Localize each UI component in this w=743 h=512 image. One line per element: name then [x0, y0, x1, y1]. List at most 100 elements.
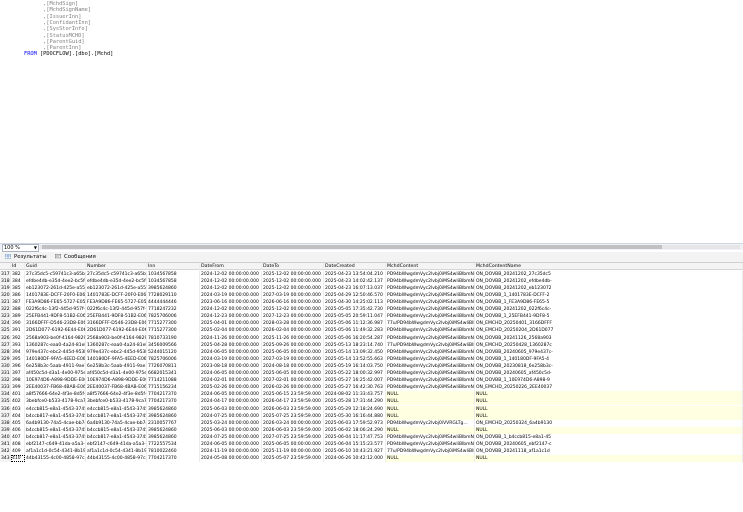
- row-number[interactable]: 322: [0, 306, 11, 314]
- table-cell[interactable]: PD94bWwgdmVyc2lvbj0iVVRGLTg...: [386, 419, 475, 427]
- table-cell[interactable]: 4444444446: [147, 299, 200, 306]
- table-cell[interactable]: 7715156234: [147, 384, 200, 392]
- table-cell[interactable]: 2025-05-27 16:25:42.007: [324, 377, 386, 385]
- table-cell[interactable]: 2025-05-06 11:49:32.283: [324, 327, 386, 335]
- scrollbar-thumb[interactable]: [42, 245, 662, 249]
- table-cell[interactable]: 2024-04-17 00:00:00.000: [200, 398, 262, 406]
- table-cell[interactable]: NULL: [386, 455, 475, 463]
- table-cell[interactable]: 7715277300: [147, 327, 200, 335]
- table-cell[interactable]: 2568a903-be0f-4164-9829-f93fe8c7fb5f3: [25, 334, 86, 342]
- table-cell[interactable]: 7728029110: [147, 291, 200, 299]
- table-row[interactable]: 336403e4ccb815-e8a1-4543-3745-503a494679…: [0, 405, 743, 413]
- table-row[interactable]: 319385eb123072-261d-425e-a559-e7b2b35757…: [0, 284, 743, 292]
- table-cell[interactable]: 395: [11, 355, 25, 363]
- table-cell[interactable]: 391: [11, 327, 25, 335]
- table-cell[interactable]: 384: [11, 277, 25, 285]
- table-cell[interactable]: 2025-04-29 12:50:46.570: [324, 291, 386, 299]
- table-cell[interactable]: b4ccb817-e8a1-4543-3745-503a49467905: [25, 433, 86, 441]
- table-row[interactable]: 31738227c35dc5-c59741c3-a65b-efa80574474…: [0, 270, 743, 278]
- table-cell[interactable]: 7810022460: [147, 448, 200, 456]
- table-cell[interactable]: 2025-02-26 00:00:00.000: [200, 384, 262, 392]
- table-cell[interactable]: 2025-06-03 17:59:52.973: [324, 419, 386, 427]
- table-cell[interactable]: 2025-06-05 00:00:00.000: [262, 441, 324, 448]
- table-cell[interactable]: 3985624860: [147, 405, 200, 413]
- table-cell[interactable]: NULL: [386, 426, 475, 434]
- table-cell[interactable]: NULL: [475, 426, 743, 434]
- table-cell[interactable]: b4ccb817-e8a1-4543-3745-503a49467899: [86, 412, 147, 420]
- table-cell[interactable]: NULL: [475, 398, 743, 406]
- table-cell[interactable]: 2024-03-19 00:00:00.000: [200, 291, 262, 299]
- table-cell[interactable]: 2025-11-26 00:00:00.000: [262, 334, 324, 342]
- table-cell[interactable]: 3bebfce0-b533-4178-9ca7-21316f4fcb3ee: [86, 398, 147, 406]
- table-cell[interactable]: NULL: [386, 391, 475, 399]
- table-cell[interactable]: PD94bWwgdmVyc2lvbj0iMS4wIiBlbmNvZGluZz0i…: [386, 377, 475, 385]
- table-cell[interactable]: 2024-07-25 00:00:00.000: [200, 433, 262, 441]
- table-cell[interactable]: 2025-02-04 00:00:00.000: [200, 327, 262, 335]
- table-row[interactable]: 3263922568a903-be0f-4164-9829-f93fe8c7fb…: [0, 334, 743, 342]
- table-cell[interactable]: NULL: [386, 412, 475, 420]
- table-cell[interactable]: 2025-06-03 00:00:00.000: [200, 426, 262, 434]
- table-cell[interactable]: 022f6c4c-13f2-445d-957f-60589c58ea05: [86, 306, 147, 314]
- table-cell[interactable]: 6a4b9130-74a5-4cae-bb7c-ca4b222eea62: [86, 419, 147, 427]
- row-number[interactable]: 334: [0, 391, 11, 399]
- table-cell[interactable]: 390: [11, 320, 25, 328]
- table-cell[interactable]: 382: [11, 270, 25, 278]
- table-cell[interactable]: 3bebfce0-b533-4178-9ca7-21316f4fcb3ee: [25, 398, 86, 406]
- table-cell[interactable]: 402: [11, 398, 25, 406]
- table-cell[interactable]: 2028-03-28 00:00:00.000: [262, 320, 324, 328]
- table-cell[interactable]: NULL: [386, 398, 475, 406]
- table-cell[interactable]: 6e258b3c-5aab-4911-9ae7f66d2998ee74: [86, 362, 147, 370]
- table-cell[interactable]: 1360287c-eaa0-4a24-81eb-f51ac9fb6239: [25, 341, 86, 349]
- table-cell[interactable]: 2025-04-30 14:25:02.113: [324, 299, 386, 306]
- table-cell[interactable]: ON_DOVBB_1_25EFB441-9DF8-5: [475, 313, 743, 321]
- table-cell[interactable]: 44b43155-4c00-4858-97c5-ac7ea0770ea: [86, 455, 147, 463]
- row-number[interactable]: 325: [0, 327, 11, 335]
- table-cell[interactable]: PD94bWwgdmVyc2lvbj0iMS4wIiBlbmNvZGluZz0i…: [386, 370, 475, 377]
- table-cell[interactable]: ON_EMCHD_20250324_6a4b9130: [475, 419, 743, 427]
- zoom-select[interactable]: 100 % ▼: [2, 244, 39, 252]
- table-cell[interactable]: 394: [11, 348, 25, 356]
- table-cell[interactable]: eb123072-261d-425e-a559-e7b2b3575707: [86, 284, 147, 292]
- table-row[interactable]: 3273931360287c-eaa0-4a24-81eb-f51ac9fb62…: [0, 341, 743, 349]
- table-cell[interactable]: 403: [11, 405, 25, 413]
- table-cell[interactable]: ON_DOVBB_1_140180DF-9FA5-4: [475, 355, 743, 363]
- table-cell[interactable]: eb123072-261d-425e-a559-e7b2b3575707: [25, 284, 86, 292]
- table-cell[interactable]: PD94bWwgdmVyc2lvbj0iMS4wIiBlbmNvZGluZz0i…: [386, 384, 475, 392]
- table-cell[interactable]: ON_DOVBB_1_FE3A9D86-FE65-5: [475, 299, 743, 306]
- table-cell[interactable]: 7715277300: [147, 320, 200, 328]
- table-cell[interactable]: 401: [11, 391, 25, 399]
- table-cell[interactable]: 2025-05-27 16:42:30.763: [324, 384, 386, 392]
- row-number[interactable]: 326: [0, 334, 11, 342]
- table-cell[interactable]: 7825706006: [147, 355, 200, 363]
- table-cell[interactable]: 7704217370: [147, 391, 200, 399]
- table-cell[interactable]: 2024-06-05 00:00:00.000: [200, 348, 262, 356]
- row-number[interactable]: 329: [0, 355, 11, 363]
- table-cell[interactable]: 7722557534: [147, 441, 200, 448]
- table-row[interactable]: 329395140180DF-9FA5-4EED-E063-E6B1A8C089…: [0, 355, 743, 363]
- table-cell[interactable]: b4ccb815-e8a1-4543-3745-503a49465315: [86, 426, 147, 434]
- table-cell[interactable]: 2026-02-04 00:00:00.000: [262, 327, 324, 335]
- row-number[interactable]: 339: [0, 426, 11, 434]
- table-row[interactable]: 3303966e258b3c-5aab-4911-9ae7f66d2998ee7…: [0, 362, 743, 370]
- table-cell[interactable]: 77u/PD94bWwgdmVyc2lvbj0iMS4wIiBlbmNvZGlu…: [386, 320, 475, 328]
- table-cell[interactable]: 2024-02-01 00:00:00.000: [200, 377, 262, 385]
- table-cell[interactable]: e4ccb815-e8a1-4543-3745-503a49467990: [86, 405, 147, 413]
- table-cell[interactable]: 2024-06-05 00:00:00.000: [200, 441, 262, 448]
- table-cell[interactable]: 2025-12-02 00:00:00.000: [262, 270, 324, 278]
- table-cell[interactable]: PD94bWwgdmVyc2lvbj0iMS4wIiBlbmNvZGluZz0i…: [386, 441, 475, 448]
- table-cell[interactable]: ON_DOVBB_20240605_af450c5d-: [475, 370, 743, 377]
- table-cell[interactable]: efdbe4db-e35d-4ee2-bc5f-332bc3563084: [25, 277, 86, 285]
- table-cell[interactable]: ON_DOVBB_1_b4ccb815-e8a1-45: [475, 433, 743, 441]
- table-cell[interactable]: 2026-06-03 23:59:59.000: [262, 426, 324, 434]
- table-cell[interactable]: 2025-04-23 14:02:42.137: [324, 277, 386, 285]
- table-cell[interactable]: 2025-06-03 00:00:00.000: [200, 405, 262, 413]
- table-cell[interactable]: ON_DOVBB_20241202_efdbe4db-: [475, 277, 743, 285]
- table-cell[interactable]: 7714211088: [147, 377, 200, 385]
- table-cell[interactable]: 385: [11, 284, 25, 292]
- table-row[interactable]: 3243903166DFFF-D546-23D8-E063-E6B1A8C0C8…: [0, 320, 743, 328]
- table-cell[interactable]: 3985624860: [147, 426, 200, 434]
- row-number[interactable]: 318: [0, 277, 11, 285]
- table-cell[interactable]: 2025-05-30 16:16:44.880: [324, 412, 386, 420]
- table-cell[interactable]: 392: [11, 334, 25, 342]
- column-header[interactable]: DateFrom: [200, 263, 262, 270]
